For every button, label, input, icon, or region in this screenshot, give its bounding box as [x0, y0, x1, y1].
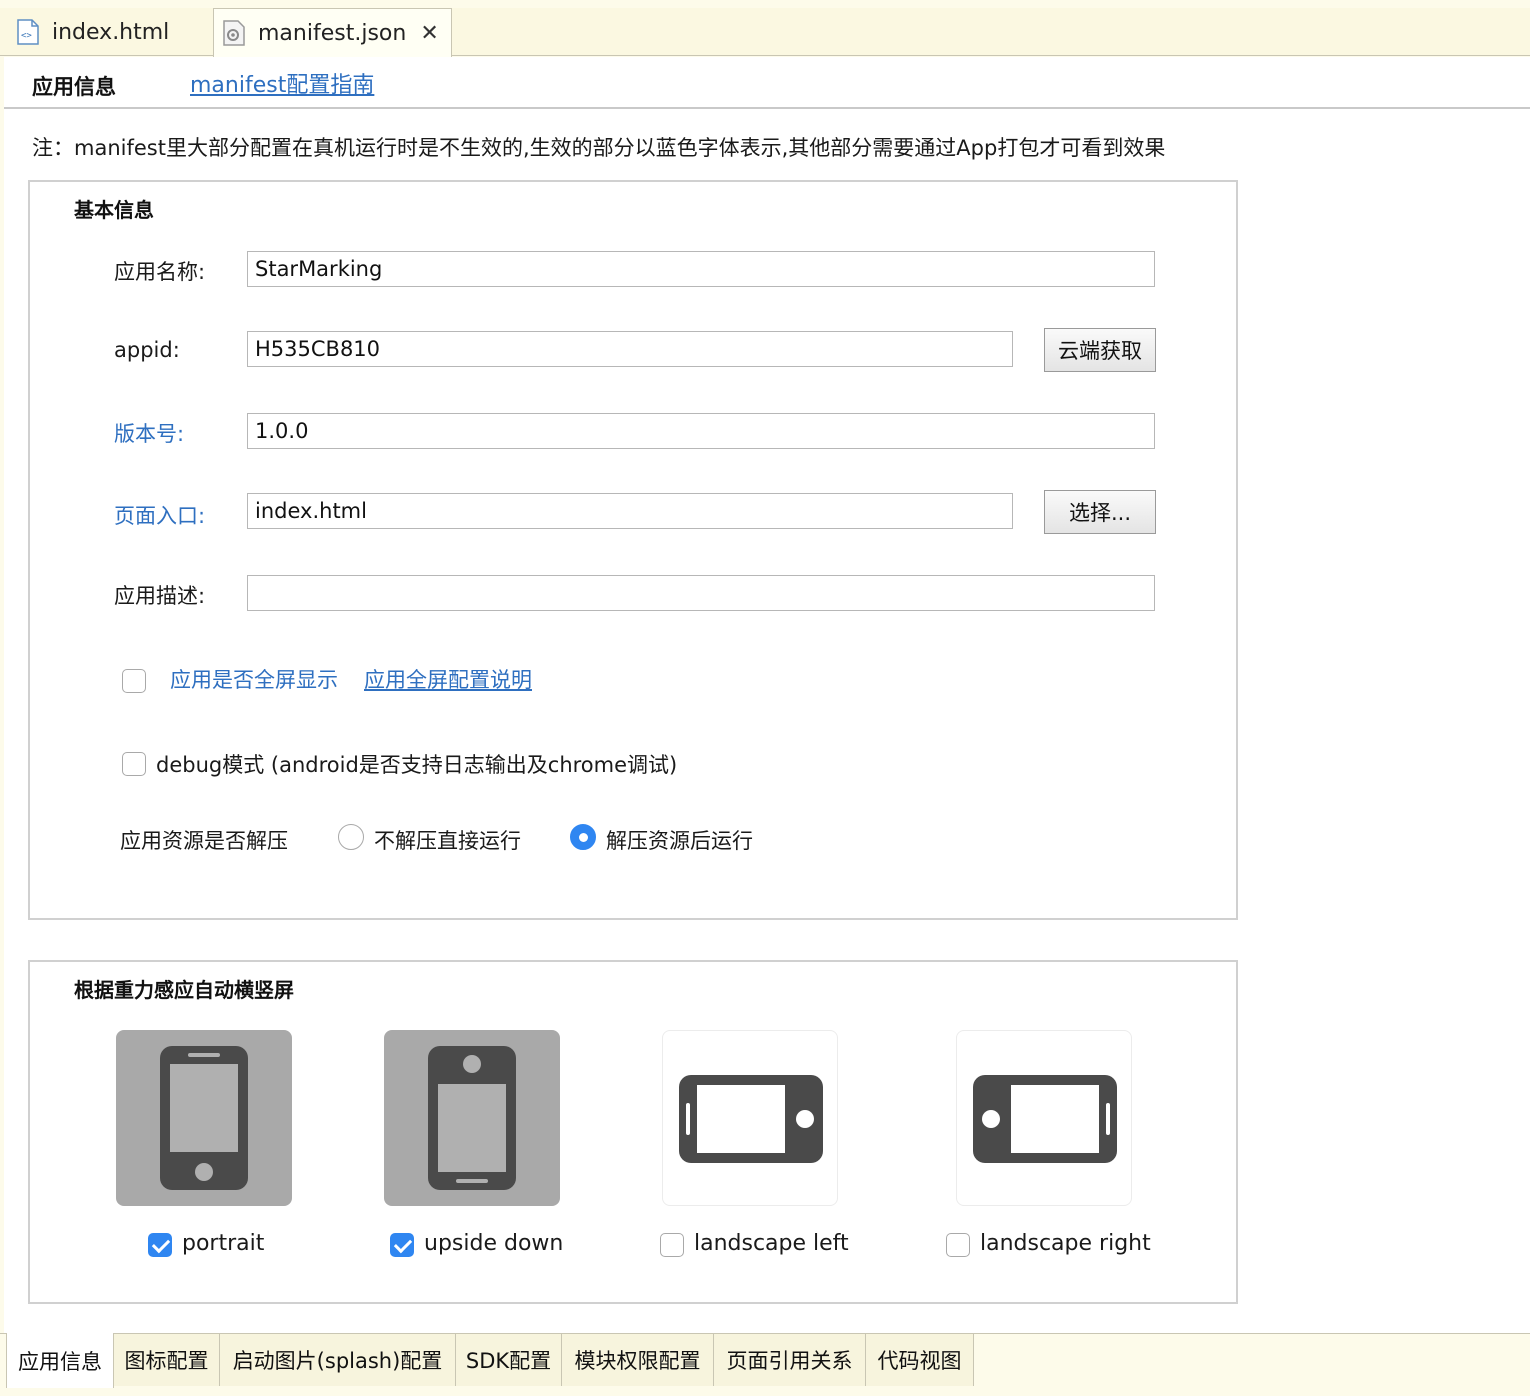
editor-subheader: 应用信息 manifest配置指南: [4, 57, 1530, 109]
tab-sdk-config[interactable]: SDK配置: [456, 1334, 562, 1386]
upside-down-checkbox[interactable]: [390, 1233, 414, 1257]
portrait-label: portrait: [182, 1231, 265, 1256]
svg-text:<>: <>: [21, 31, 32, 41]
portrait-tile[interactable]: [116, 1030, 292, 1206]
radio-unzip-run[interactable]: [570, 824, 596, 850]
unzip-label: 应用资源是否解压: [120, 829, 288, 853]
appid-label: appid:: [114, 338, 180, 362]
manifest-editor: 应用信息 manifest配置指南 注：manifest里大部分配置在真机运行时…: [4, 57, 1530, 1333]
debug-label: debug模式 (android是否支持日志输出及chrome调试): [156, 753, 678, 777]
choose-button[interactable]: 选择...: [1044, 490, 1156, 534]
tab-module-permissions[interactable]: 模块权限配置: [562, 1334, 714, 1386]
cloud-fetch-button[interactable]: 云端获取: [1044, 328, 1156, 372]
bottom-tab-bar: 应用信息 图标配置 启动图片(splash)配置 SDK配置 模块权限配置 页面…: [0, 1333, 1530, 1396]
tab-page-references[interactable]: 页面引用关系: [714, 1334, 866, 1386]
orientation-group: 根据重力感应自动横竖屏 portrait upside down landsca…: [28, 960, 1238, 1304]
phone-portrait-icon: [160, 1046, 248, 1190]
portrait-checkbox[interactable]: [148, 1233, 172, 1257]
tab-splash-config[interactable]: 启动图片(splash)配置: [220, 1334, 456, 1386]
note-text: 注：manifest里大部分配置在真机运行时是不生效的,生效的部分以蓝色字体表示…: [32, 136, 1166, 160]
radio-run-direct-label: 不解压直接运行: [374, 829, 521, 853]
section-title: 应用信息: [32, 75, 116, 99]
radio-run-direct[interactable]: [338, 824, 364, 850]
html-file-icon: <>: [16, 19, 40, 45]
entry-page-label: 页面入口:: [114, 504, 206, 528]
tab-label: manifest.json: [258, 20, 407, 46]
fullscreen-checkbox[interactable]: [122, 669, 146, 693]
close-icon[interactable]: ✕: [420, 21, 438, 46]
debug-checkbox[interactable]: [122, 752, 146, 776]
landscape-right-checkbox[interactable]: [946, 1233, 970, 1257]
manifest-guide-link[interactable]: manifest配置指南: [190, 67, 374, 99]
tab-code-view[interactable]: 代码视图: [866, 1334, 974, 1386]
phone-landscape-right-icon: [973, 1075, 1117, 1163]
appid-input[interactable]: [247, 331, 1013, 367]
group-title: 基本信息: [74, 198, 154, 222]
description-input[interactable]: [247, 575, 1155, 611]
version-label: 版本号:: [114, 422, 185, 446]
entry-page-input[interactable]: [247, 493, 1013, 529]
tab-app-info[interactable]: 应用信息: [6, 1333, 114, 1388]
description-label: 应用描述:: [114, 584, 206, 608]
radio-unzip-run-label: 解压资源后运行: [606, 829, 753, 853]
app-name-label: 应用名称:: [114, 260, 206, 284]
basic-info-group: 基本信息 应用名称: appid: 云端获取 版本号: 页面入口: 选择... …: [28, 180, 1238, 920]
upside-down-tile[interactable]: [384, 1030, 560, 1206]
landscape-left-label: landscape left: [694, 1231, 849, 1256]
editor-tab-bar: <> index.html manifest.json ✕: [0, 8, 1530, 57]
upside-down-label: upside down: [424, 1231, 564, 1256]
fullscreen-help-link[interactable]: 应用全屏配置说明: [364, 664, 532, 694]
version-input[interactable]: [247, 413, 1155, 449]
landscape-right-tile[interactable]: [956, 1030, 1132, 1206]
phone-landscape-left-icon: [679, 1075, 823, 1163]
tab-manifest-json[interactable]: manifest.json ✕: [213, 8, 452, 57]
landscape-left-checkbox[interactable]: [660, 1233, 684, 1257]
app-name-input[interactable]: [247, 251, 1155, 287]
group-title: 根据重力感应自动横竖屏: [74, 978, 294, 1002]
phone-upside-down-icon: [428, 1046, 516, 1190]
tab-label: index.html: [52, 19, 170, 45]
tab-icon-config[interactable]: 图标配置: [114, 1334, 220, 1386]
landscape-left-tile[interactable]: [662, 1030, 838, 1206]
fullscreen-label: 应用是否全屏显示: [170, 668, 338, 692]
tab-index-html[interactable]: <> index.html: [8, 8, 213, 56]
landscape-right-label: landscape right: [980, 1231, 1151, 1256]
json-file-icon: [222, 20, 246, 46]
